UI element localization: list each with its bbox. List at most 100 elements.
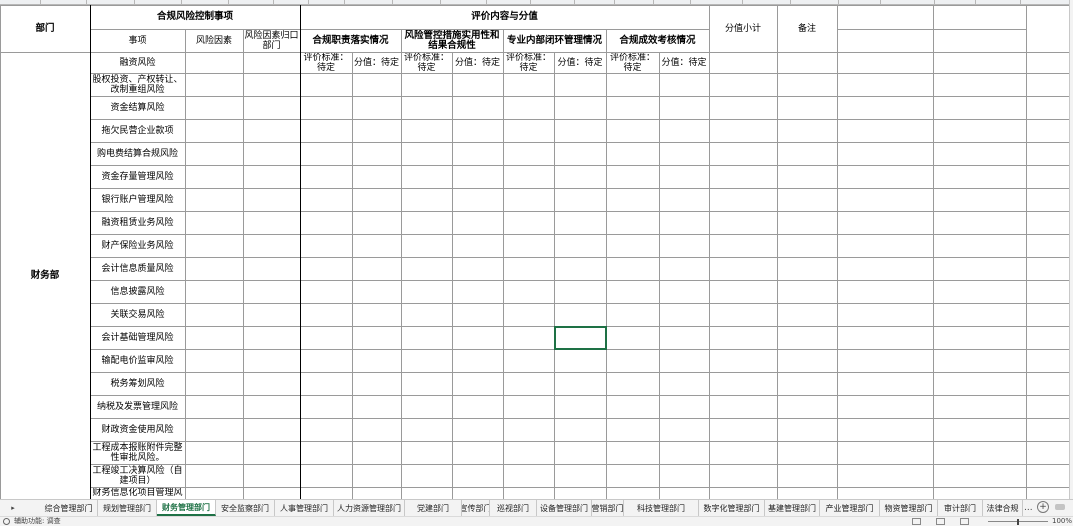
sheet-tab[interactable]: 宣传部门 [462,500,490,516]
grid-line [837,29,1027,30]
grid-line [90,487,1070,488]
grid-line [777,5,778,500]
grid-line [90,211,1070,212]
vertical-scrollbar[interactable] [1069,0,1073,499]
sheet-tab[interactable]: 综合管理部门 [40,500,98,516]
risk-item-cell[interactable]: 信息披露风险 [90,280,185,303]
criteria-cell[interactable]: 评价标准：待定 [606,52,659,73]
grid-line [606,29,607,500]
zoom-level[interactable]: 100% [1052,517,1072,526]
risk-item-cell[interactable]: 工程竣工决算风险（自建项目） [90,464,185,487]
sheet-tab[interactable]: 数字化管理部门 [699,500,765,516]
sheet-tab[interactable]: 审计部门 [938,500,983,516]
grid-line [300,5,301,500]
risk-item-cell[interactable]: 输配电价监审风险 [90,349,185,372]
grid-line [452,52,453,500]
header-closed-loop[interactable]: 专业内部闭环管理情况 [503,29,606,52]
page-layout-view-icon[interactable] [936,518,945,525]
risk-item-cell[interactable]: 会计基础管理风险 [90,326,185,349]
header-department[interactable]: 部门 [0,5,90,52]
risk-item-cell[interactable]: 财政资金使用风险 [90,418,185,441]
risk-item-cell[interactable]: 股权投资、产权转让、改制重组风险 [90,73,185,96]
risk-item-cell[interactable]: 拖欠民营企业款项 [90,119,185,142]
spreadsheet[interactable]: 部门 合规风险控制事项 事项 风险因素 风险因素归口部门 评价内容与分值 合规职责落实情况风… [0,0,1073,526]
risk-item-cell[interactable]: 会计信息质量风险 [90,257,185,280]
sheet-tab[interactable]: 财务管理部门 [157,500,216,516]
sheet-tab[interactable]: 产业管理部门 [820,500,880,516]
more-tabs-button[interactable]: ... [1024,500,1033,516]
grid-line [709,5,710,500]
grid-line [0,5,1070,6]
add-sheet-icon[interactable]: + [1037,501,1049,513]
selected-cell[interactable] [554,326,607,350]
risk-item-cell[interactable]: 税务筹划风险 [90,372,185,395]
page-break-view-icon[interactable] [960,518,969,525]
grid-line [503,29,504,500]
criteria-cell[interactable]: 评价标准：待定 [401,52,452,73]
grid-line [90,464,1070,465]
sheet-tab[interactable]: 规划管理部门 [98,500,157,516]
sheet-tab[interactable]: 科技管理部门 [624,500,699,516]
grid-line [0,5,1,500]
grid-line [90,418,1070,419]
department-cell[interactable]: 财务部 [0,52,90,499]
criteria-cell[interactable]: 评价标准：待定 [503,52,554,73]
header-risk-control[interactable]: 风险管控措施实用性和结果合规性 [401,29,503,52]
score-cell[interactable]: 分值：待定 [554,52,606,73]
risk-item-cell[interactable]: 工程成本报账附件完整性审批风险。 [90,441,185,464]
header-compliance-duty[interactable]: 合规职责落实情况 [300,29,401,52]
grid-line [90,280,1070,281]
sheet-tab[interactable]: 物资管理部门 [880,500,938,516]
grid-line [90,29,710,30]
status-text[interactable]: 辅助功能: 调查 [14,517,61,526]
score-cell[interactable]: 分值：待定 [659,52,709,73]
header-eval-group[interactable]: 评价内容与分值 [300,5,709,29]
grid-line [90,73,1070,74]
risk-item-cell[interactable]: 财产保险业务风险 [90,234,185,257]
grid-line [659,52,660,500]
risk-item-cell[interactable]: 银行账户管理风险 [90,188,185,211]
tab-scroll-right-icon[interactable]: ▸ [8,502,18,514]
sheet-tab[interactable]: 营销部门 [592,500,624,516]
risk-item-cell[interactable]: 财务信息化项目管理风 [90,487,185,499]
grid-line [352,52,353,500]
sheet-tab[interactable]: 基建管理部门 [765,500,820,516]
grid-line [554,52,555,500]
risk-item-cell[interactable]: 购电费结算合规风险 [90,142,185,165]
risk-item-cell[interactable]: 融资租赁业务风险 [90,211,185,234]
header-item[interactable]: 事项 [90,29,185,52]
risk-item-cell[interactable]: 纳税及发票管理风险 [90,395,185,418]
risk-item-cell[interactable]: 资金结算风险 [90,96,185,119]
grid-line [90,96,1070,97]
sheet-tab[interactable]: 法律合规 [983,500,1023,516]
header-assessment[interactable]: 合规成效考核情况 [606,29,709,52]
sheet-tab[interactable]: 设备管理部门 [537,500,592,516]
criteria-cell[interactable]: 评价标准：待定 [300,52,352,73]
grid-line [90,395,1070,396]
sheet-tab-bar: ▸ 综合管理部门 规划管理部门 财务管理部门 安全监察部门 人事管理部门 人力资源管理部门… [0,499,1073,516]
sheet-tab[interactable]: 党建部门 [405,500,462,516]
grid-line [401,29,402,500]
sheet-tab[interactable]: 安全监察部门 [216,500,275,516]
sheet-tab[interactable]: 人力资源管理部门 [334,500,405,516]
header-remark[interactable]: 备注 [777,5,837,52]
normal-view-icon[interactable] [912,518,921,525]
accessibility-icon[interactable] [3,518,10,525]
risk-item-cell[interactable]: 关联交易风险 [90,303,185,326]
sheet-tab[interactable]: 巡视部门 [490,500,537,516]
zoom-slider-knob[interactable] [1017,519,1019,525]
grid-line [90,372,1070,373]
header-risk-factor[interactable]: 风险因素 [185,29,243,52]
sheet-tab[interactable]: 人事管理部门 [275,500,334,516]
risk-item-cell[interactable]: 资金存量管理风险 [90,165,185,188]
score-cell[interactable]: 分值：待定 [452,52,503,73]
header-risk-dept[interactable]: 风险因素归口部门 [243,29,300,52]
header-control-group[interactable]: 合规风险控制事项 [90,5,300,29]
header-subtotal[interactable]: 分值小计 [709,5,777,52]
grid-line [90,165,1070,166]
score-cell[interactable]: 分值：待定 [352,52,401,73]
grid-line [90,119,1070,120]
horizontal-scrollbar[interactable] [1055,504,1065,510]
grid-line [837,5,838,500]
risk-item-cell[interactable]: 融资风险 [90,52,185,73]
